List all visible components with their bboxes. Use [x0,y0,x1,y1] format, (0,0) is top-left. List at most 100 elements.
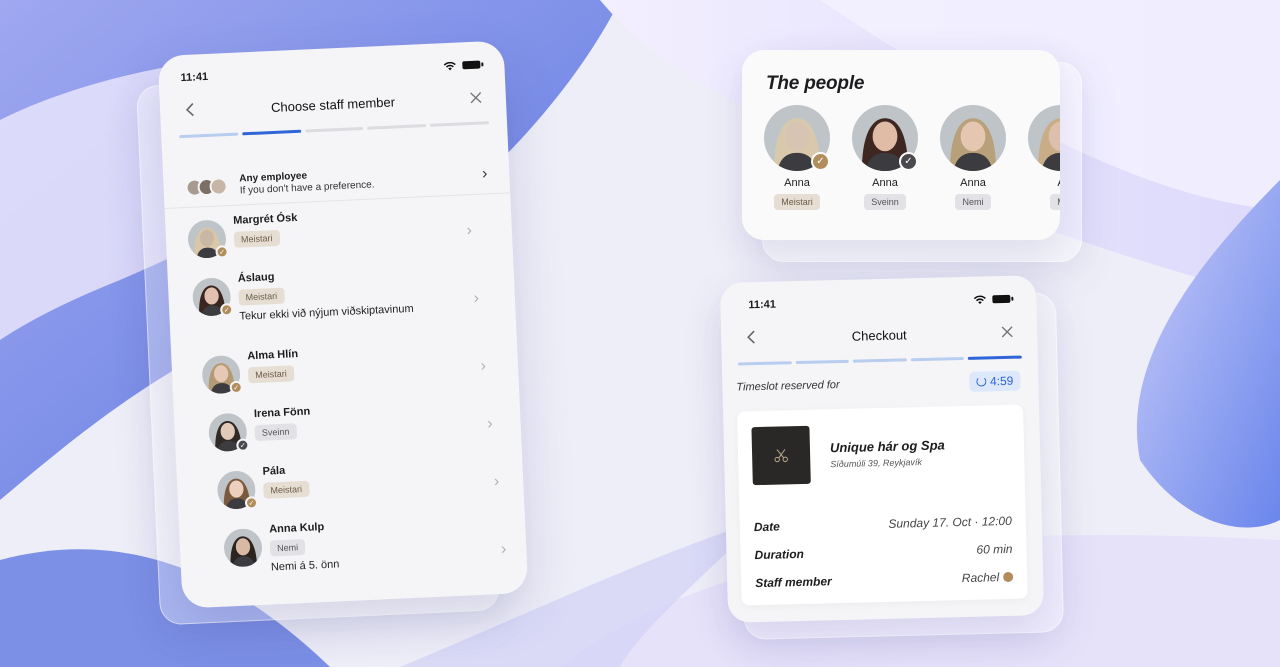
status-time: 11:41 [748,298,777,312]
role-badge: Meistari [233,229,280,248]
booking-summary: Unique hár og Spa Síðumúli 39, Reykjavík… [737,404,1028,606]
chevron-left-icon [185,102,194,116]
progress-segment [367,124,427,130]
avatar: ✓ [852,105,918,171]
staff-name: Anna Kulp [268,521,325,536]
chevron-right-icon: › [493,473,500,491]
staff-info: Irena Fönn Sveinn [254,406,312,442]
staff-row[interactable]: Anna Kulp Nemi Nemi á 5. önn › [199,504,508,596]
scissors-logo-icon [774,449,788,463]
wifi-icon [973,295,986,304]
person-name: Anna [784,177,810,189]
staff-name: Alma Hlín [247,348,299,363]
detail-label: Duration [754,546,805,563]
people-title: The people [766,73,865,94]
status-icons [443,60,481,71]
staff-note: Tekur ekki við nýjum viðskiptavinum [239,302,414,323]
role-badge: Meistari [263,480,310,499]
detail-row: Staff member Rachel [755,563,1014,597]
salon-name: Unique hár og Spa [829,436,945,455]
staff-name: Irena Fönn [253,405,311,421]
verified-badge-icon [1003,571,1014,583]
salon-logo [751,425,811,486]
chevron-right-icon: › [473,289,480,308]
staff-selection-screen: 11:41 Choose staff member Any employee I [157,40,529,609]
role-badge: Nemi [955,194,991,210]
role-badge: Meistari [774,194,820,210]
role-badge: Sveinn [254,423,297,442]
staff-row[interactable]: ✓ Áslaug Meistari Tekur ekki við nýjum viðs… [187,252,496,344]
checkout-screen: 11:41 Checkout Timeslot reserved for 4:5… [719,275,1045,623]
chevron-right-icon: › [500,540,507,559]
staff-name: Pála [262,464,286,478]
person-card[interactable]: AM [1028,105,1060,210]
person-card[interactable]: ✓ Anna Sveinn [852,105,918,210]
close-icon [470,91,482,103]
people-card: The people ✓ Anna Meistari ✓ Anna Sveinn Anna N… [742,50,1060,240]
avatar: ✓ [207,412,250,453]
verified-badge-icon: ✓ [811,152,830,171]
staff-info: Alma Hlín Meistari [247,348,299,384]
close-icon [1001,325,1013,338]
status-icons [973,294,1011,304]
timer-icon [975,376,987,387]
staff-list: ✓ Margrét Ósk Meistari › ✓ Áslaug Meistari Teku… [165,193,528,596]
staff-info: Anna Kulp Nemi Nemi á 5. önn [269,520,340,573]
staff-info: Áslaug Meistari Tekur ekki við nýjum viðsk… [238,265,414,323]
verified-badge-icon: ✓ [899,152,918,171]
progress-segment [910,356,965,362]
timer-value: 4:59 [989,373,1014,389]
avatar: ✓ [764,105,830,171]
timeslot-row: Timeslot reserved for 4:59 [722,370,1038,398]
detail-value-text: 60 min [976,541,1013,557]
close-button[interactable] [997,323,1017,340]
countdown-timer: 4:59 [968,370,1021,392]
avatar-stack [185,176,228,197]
staff-name: Áslaug [237,271,275,285]
detail-label: Staff member [755,574,832,591]
verified-badge-icon: ✓ [244,496,259,510]
progress-segment [304,126,364,133]
chevron-left-icon [747,330,755,344]
avatar: ✓ [187,219,229,259]
detail-label: Date [753,519,781,535]
staff-name: Margrét Ósk [232,211,298,227]
progress-segment [737,361,792,366]
avatar [223,527,263,568]
progress-segment [968,355,1022,360]
role-badge: Meistari [247,365,295,384]
detail-value: 60 min [976,542,1012,557]
page-title: Choose staff member [270,93,396,115]
person-card[interactable]: Anna Nemi [940,105,1006,210]
avatar: ✓ [201,354,244,395]
chevron-right-icon: › [466,222,473,240]
verified-badge-icon: ✓ [219,302,234,317]
person-name: Anna [960,177,986,189]
person-card[interactable]: ✓ Anna Meistari [764,105,830,210]
verified-badge-icon: ✓ [215,245,229,259]
back-button[interactable] [180,102,201,120]
battery-icon [462,60,481,70]
progress-segment [430,121,490,127]
salon-address: Síðumúli 39, Reykjavík [830,456,922,469]
battery-icon [992,294,1011,304]
verified-badge-icon: ✓ [236,438,250,452]
close-button[interactable] [465,89,486,107]
staff-note: Nemi á 5. önn [270,558,340,574]
booking-details: Date Sunday 17. Oct · 12:00 Duration 60 min… [754,507,1014,597]
chevron-right-icon: › [486,415,494,433]
timeslot-label: Timeslot reserved for [736,379,840,394]
avatar-photo [223,527,263,568]
person-name: Anna [872,177,898,189]
people-carousel[interactable]: ✓AnnaMeistari✓AnnaSveinnAnnaNemiAM [742,95,1060,210]
avatar-photo [940,105,1006,171]
role-badge: M [1050,194,1060,210]
avatar: ✓ [191,277,234,317]
avatar [1028,105,1060,171]
back-button[interactable] [741,329,761,346]
avatar-photo [1028,105,1060,171]
role-badge: Meistari [238,287,285,306]
detail-value-text: Sunday 17. Oct · 12:00 [888,513,1012,531]
progress-segment [795,359,850,365]
staff-info: Pála Meistari [262,464,310,499]
